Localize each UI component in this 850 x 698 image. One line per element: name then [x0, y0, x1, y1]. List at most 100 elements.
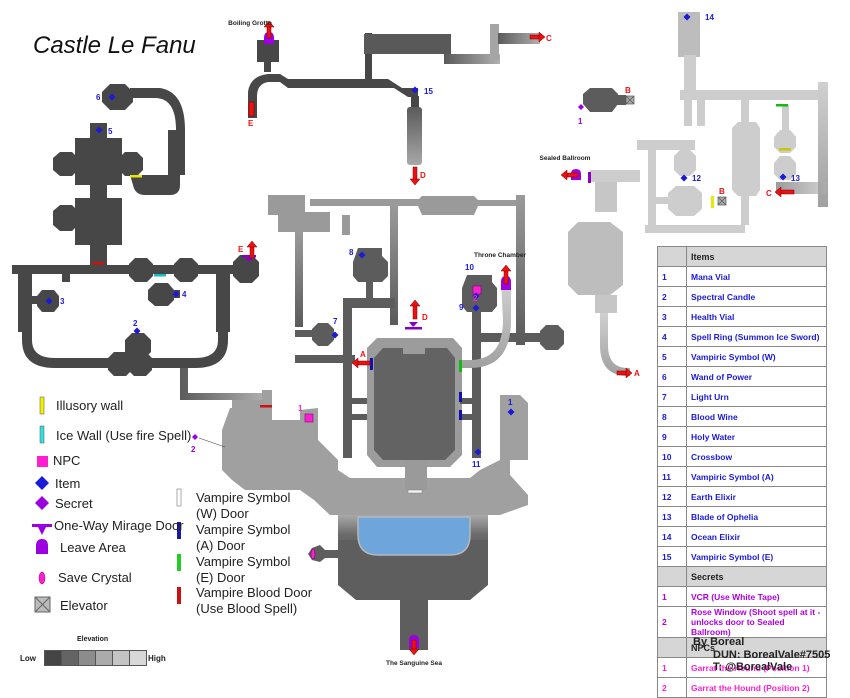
- item-label-9: 9: [459, 303, 464, 312]
- svg-text:1: 1: [298, 404, 303, 413]
- elevation-scale: [44, 650, 147, 666]
- row-number: [657, 566, 687, 587]
- row-number: 1: [657, 266, 687, 287]
- legend-leave-area: Leave Area: [60, 540, 126, 555]
- item-label-10: 10: [465, 263, 474, 272]
- row-label: Mana Vial: [686, 266, 827, 287]
- svg-text:2: 2: [473, 294, 478, 303]
- table-row: 2 Rose Window (Shoot spell at it - unlock…: [657, 606, 827, 638]
- secrets-header: Secrets: [657, 566, 827, 587]
- legend-symbol-a-door: Vampire Symbol (A) Door: [196, 522, 291, 553]
- items-header: Items: [657, 246, 827, 267]
- secret-marker-1: [578, 104, 584, 110]
- row-label: Rose Window (Shoot spell at it - unlocks…: [686, 606, 827, 638]
- credit-author: By Boreal: [693, 636, 745, 648]
- row-label: Vampiric Symbol (E): [686, 546, 827, 567]
- row-number: 10: [657, 446, 687, 467]
- item-label-2: 2: [133, 319, 138, 328]
- table-row: 9 Holy Water: [657, 426, 827, 447]
- legend-elevator: Elevator: [60, 598, 108, 613]
- legend-secret: Secret: [55, 496, 93, 511]
- blood-door-icon: [177, 587, 181, 604]
- illusory-wall: [779, 148, 791, 151]
- leave-area-icon: [36, 539, 48, 554]
- row-label: Blade of Ophelia: [686, 506, 827, 527]
- row-number: [657, 637, 687, 658]
- item-label-3: 3: [60, 297, 65, 306]
- row-number: 6: [657, 366, 687, 387]
- exit-label-c: C: [766, 189, 772, 198]
- exit-label-c: C: [546, 34, 552, 43]
- table-row: 1 Mana Vial: [657, 266, 827, 287]
- row-number: 11: [657, 466, 687, 487]
- table-row: 15 Vampiric Symbol (E): [657, 546, 827, 567]
- item-label-4: 4: [182, 290, 187, 299]
- secret-marker-2: [192, 434, 198, 440]
- symbol-w-door: [407, 489, 423, 494]
- item-label-8: 8: [349, 248, 354, 257]
- row-number: 9: [657, 426, 687, 447]
- row-number: 15: [657, 546, 687, 567]
- legend-blood-door: Vampire Blood Door (Use Blood Spell): [196, 585, 313, 616]
- table-row: 14 Ocean Elixir: [657, 526, 827, 547]
- credit-twitter: T: @BorealVale: [713, 661, 793, 673]
- row-label: Holy Water: [686, 426, 827, 447]
- illusory-wall: [711, 196, 714, 208]
- legend-npc: NPC: [53, 453, 81, 468]
- legend-ice-wall: Ice Wall (Use fire Spell): [56, 428, 192, 443]
- location-throne-chamber: Throne Chamber: [474, 252, 526, 259]
- ice-wall-icon: [39, 425, 45, 444]
- row-label: Garrat the Hound (Position 2): [686, 677, 827, 698]
- svg-text:1: 1: [578, 117, 583, 126]
- elevation-swatch-2: [61, 650, 79, 666]
- row-number: [657, 246, 687, 267]
- map-title: Castle Le Fanu: [33, 32, 196, 59]
- mirage-door: [588, 172, 591, 183]
- exit-label-e: E: [248, 119, 254, 128]
- row-label: Spell Ring (Summon Ice Sword): [686, 326, 827, 347]
- symbol-w-door-icon: [176, 488, 182, 507]
- row-number: 2: [657, 606, 687, 638]
- secret-icon: [35, 496, 49, 510]
- symbol-a-door: [459, 410, 462, 420]
- row-number: 7: [657, 386, 687, 407]
- elevation-swatch-6: [129, 650, 147, 666]
- table-row: 7 Light Urn: [657, 386, 827, 407]
- item-label-13: 13: [791, 174, 800, 183]
- blood-door: [92, 262, 104, 265]
- table-row: 4 Spell Ring (Summon Ice Sword): [657, 326, 827, 347]
- table-row: 11 Vampiric Symbol (A): [657, 466, 827, 487]
- table-row: 8 Blood Wine: [657, 406, 827, 427]
- symbol-e-door-icon: [177, 554, 181, 571]
- exit-label-a: A: [360, 350, 366, 359]
- sw-corridor: [180, 368, 265, 400]
- row-label: Items: [686, 246, 827, 267]
- npc-marker-2: [472, 285, 482, 295]
- item-label-15: 15: [424, 87, 433, 96]
- credit-dun: DUN: BorealVale#7505: [713, 649, 831, 661]
- item-label-6: 6: [96, 93, 101, 102]
- illusory-wall: [130, 175, 142, 178]
- symbol-e-door: [776, 104, 788, 107]
- mirage-door: [405, 322, 422, 330]
- row-number: 3: [657, 306, 687, 327]
- row-number: 13: [657, 506, 687, 527]
- row-number: 12: [657, 486, 687, 507]
- north-wing: [248, 24, 540, 165]
- item-icon: [35, 476, 49, 490]
- row-label: Health Vial: [686, 306, 827, 327]
- elevation-swatch-3: [78, 650, 96, 666]
- mirage-door-icon: [32, 524, 52, 535]
- row-label: Crossbow: [686, 446, 827, 467]
- table-row: 6 Wand of Power: [657, 366, 827, 387]
- table-row: 13 Blade of Ophelia: [657, 506, 827, 527]
- symbol-e-door: [459, 360, 462, 372]
- elevation-swatch-5: [112, 650, 130, 666]
- row-label: Vampiric Symbol (A): [686, 466, 827, 487]
- elevator-icon: [717, 196, 727, 206]
- ice-wall: [154, 274, 166, 277]
- row-label: Secrets: [686, 566, 827, 587]
- item-label-7: 7: [333, 317, 338, 326]
- legend-symbol-e-door: Vampire Symbol (E) Door: [196, 554, 291, 585]
- legend-mirage-door: One-Way Mirage Door: [54, 518, 184, 533]
